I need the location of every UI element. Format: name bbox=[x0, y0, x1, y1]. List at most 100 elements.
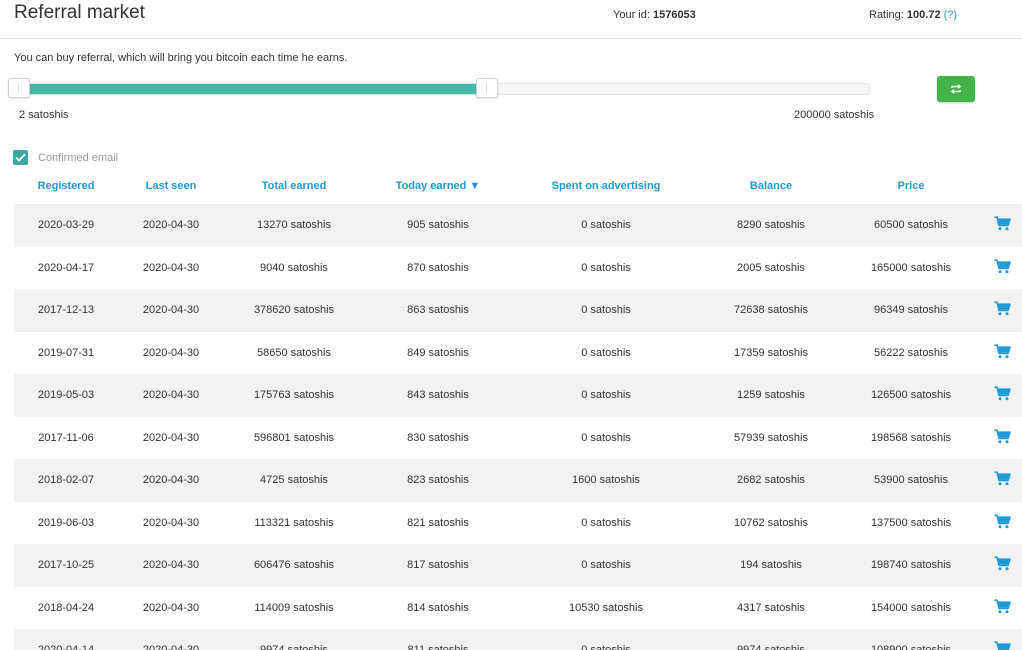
cell-registered: 2019-05-03 bbox=[37, 389, 95, 401]
cell-last-seen: 2020-04-30 bbox=[142, 346, 200, 359]
refresh-button[interactable] bbox=[937, 76, 975, 102]
cell-today-earned: 870 satoshis bbox=[407, 261, 469, 274]
cell-spent-on-advertising: 0 satoshis bbox=[581, 516, 631, 529]
cell-today-earned: 863 satoshis bbox=[407, 304, 469, 316]
user-id-value: 1576053 bbox=[652, 9, 696, 21]
cell-price: 60500 satoshis bbox=[874, 219, 948, 231]
table-row: 2019-07-31 2020-04-30 58650 satoshis 849 sa… bbox=[14, 332, 1022, 375]
shopping-cart-icon[interactable] bbox=[994, 258, 1011, 274]
cell-balance: 8290 satoshis bbox=[737, 219, 805, 231]
table-row: 2020-04-14 2020-04-30 9974 satoshis 811 sat… bbox=[14, 629, 1022, 650]
column-header-price[interactable]: Price bbox=[898, 180, 925, 192]
cell-registered: 2020-04-14 bbox=[37, 644, 95, 650]
shopping-cart-icon[interactable] bbox=[994, 598, 1011, 614]
cell-price: 198740 satoshis bbox=[870, 559, 952, 571]
shopping-cart-icon[interactable] bbox=[994, 386, 1011, 401]
slider-min-label: 2 satoshis bbox=[19, 109, 69, 121]
cell-spent-on-advertising: 0 satoshis bbox=[581, 644, 631, 650]
table-row: 2017-12-13 2020-04-30 378620 satoshis 863 s… bbox=[14, 289, 1022, 332]
column-header-total-earned[interactable]: Total earned bbox=[262, 180, 327, 192]
cell-today-earned: 817 satoshis bbox=[407, 559, 469, 571]
shopping-cart-icon[interactable] bbox=[994, 301, 1011, 316]
cell-today-earned: 843 satoshis bbox=[407, 389, 469, 401]
cell-price: 96349 satoshis bbox=[874, 304, 948, 316]
table-row: 2019-05-03 2020-04-30 175763 satoshis 843 s… bbox=[14, 374, 1022, 417]
refresh-icon bbox=[950, 84, 962, 94]
cell-balance: 1259 satoshis bbox=[737, 389, 805, 401]
slider-max-handle[interactable] bbox=[475, 78, 498, 98]
cell-spent-on-advertising: 0 satoshis bbox=[581, 304, 631, 316]
table-row: 2019-06-03 2020-04-30 113321 satoshis 821 s… bbox=[14, 502, 1022, 545]
shopping-cart-icon[interactable] bbox=[994, 428, 1011, 444]
table-header: Registered Last seen Total earned Today … bbox=[14, 176, 1022, 196]
cell-total-earned: 58650 satoshis bbox=[257, 346, 331, 359]
cell-spent-on-advertising: 0 satoshis bbox=[581, 261, 631, 274]
cell-balance: 17359 satoshis bbox=[734, 346, 808, 359]
cell-total-earned: 606476 satoshis bbox=[253, 559, 335, 571]
cell-today-earned: 821 satoshis bbox=[407, 516, 469, 529]
column-header-last-seen[interactable]: Last seen bbox=[146, 180, 197, 192]
confirmed-email-filter[interactable]: Confirmed email bbox=[13, 150, 118, 165]
referral-market-page: Referral market Your id: 1576053 Rating:… bbox=[0, 0, 1022, 650]
cell-last-seen: 2020-04-30 bbox=[142, 644, 200, 650]
cell-last-seen: 2020-04-30 bbox=[142, 474, 200, 486]
cell-total-earned: 175763 satoshis bbox=[253, 389, 335, 401]
cell-balance: 10762 satoshis bbox=[734, 516, 808, 529]
table-row: 2017-11-06 2020-04-30 596801 satoshis 830 s… bbox=[14, 417, 1022, 460]
shopping-cart-icon[interactable] bbox=[994, 641, 1011, 650]
cell-spent-on-advertising: 0 satoshis bbox=[581, 346, 631, 359]
cell-balance: 4317 satoshis bbox=[737, 601, 805, 614]
cell-last-seen: 2020-04-30 bbox=[142, 601, 200, 614]
referral-table-body: 2020-03-29 2020-04-30 13270 satoshis 905 sa… bbox=[14, 204, 1022, 650]
cell-balance: 194 satoshis bbox=[740, 559, 802, 571]
shopping-cart-icon[interactable] bbox=[994, 343, 1011, 359]
cell-total-earned: 113321 satoshis bbox=[254, 516, 334, 529]
cell-price: 53900 satoshis bbox=[874, 474, 948, 486]
column-header-registered[interactable]: Registered bbox=[38, 180, 95, 192]
price-range-slider[interactable] bbox=[14, 83, 870, 95]
cell-balance: 2005 satoshis bbox=[737, 261, 805, 274]
cell-registered: 2019-06-03 bbox=[37, 516, 95, 529]
cell-last-seen: 2020-04-30 bbox=[142, 559, 200, 571]
cell-registered: 2017-10-25 bbox=[37, 559, 95, 571]
cell-price: 126500 satoshis bbox=[870, 389, 952, 401]
table-row: 2018-04-24 2020-04-30 114009 satoshis 814 s… bbox=[14, 587, 1022, 630]
cell-total-earned: 596801 satoshis bbox=[253, 431, 335, 444]
cell-total-earned: 13270 satoshis bbox=[257, 219, 331, 231]
confirmed-email-checkbox[interactable] bbox=[13, 150, 28, 165]
cell-balance: 9974 satoshis bbox=[737, 644, 805, 650]
column-header-today-earned[interactable]: Today earned ▼ bbox=[396, 180, 481, 192]
table-row: 2017-10-25 2020-04-30 606476 satoshis 817 s… bbox=[14, 544, 1022, 587]
cell-total-earned: 9974 satoshis bbox=[260, 644, 328, 650]
slider-min-handle[interactable] bbox=[8, 78, 30, 98]
cell-last-seen: 2020-04-30 bbox=[142, 304, 200, 316]
cell-price: 165000 satoshis bbox=[870, 261, 952, 274]
rating-value: 100.72 bbox=[906, 9, 941, 21]
cell-today-earned: 905 satoshis bbox=[407, 219, 469, 231]
shopping-cart-icon[interactable] bbox=[994, 216, 1011, 231]
slider-range-fill bbox=[15, 84, 488, 94]
cell-spent-on-advertising: 0 satoshis bbox=[581, 431, 631, 444]
checkmark-icon bbox=[15, 153, 26, 162]
cell-registered: 2018-02-07 bbox=[37, 474, 95, 486]
table-row: 2018-02-07 2020-04-30 4725 satoshis 823 sat… bbox=[14, 459, 1022, 502]
rating-help-link[interactable]: (?) bbox=[944, 9, 957, 21]
cell-today-earned: 814 satoshis bbox=[407, 601, 469, 614]
shopping-cart-icon[interactable] bbox=[994, 513, 1011, 529]
cell-balance: 2682 satoshis bbox=[737, 474, 805, 486]
cell-spent-on-advertising: 0 satoshis bbox=[581, 219, 631, 231]
header-bar: Referral market Your id: 1576053 Rating:… bbox=[0, 0, 1022, 39]
column-header-balance[interactable]: Balance bbox=[750, 180, 792, 192]
table-row: 2020-04-17 2020-04-30 9040 satoshis 870 sat… bbox=[14, 247, 1022, 290]
shopping-cart-icon[interactable] bbox=[994, 471, 1011, 486]
cell-total-earned: 9040 satoshis bbox=[260, 261, 328, 274]
cell-registered: 2018-04-24 bbox=[37, 601, 95, 614]
cell-registered: 2020-04-17 bbox=[37, 261, 95, 274]
cell-last-seen: 2020-04-30 bbox=[142, 431, 200, 444]
column-header-spent-on-advertising[interactable]: Spent on advertising bbox=[552, 180, 661, 192]
shopping-cart-icon[interactable] bbox=[994, 556, 1011, 571]
cell-last-seen: 2020-04-30 bbox=[142, 261, 200, 274]
cell-total-earned: 378620 satoshis bbox=[253, 304, 335, 316]
cell-today-earned: 811 satoshis bbox=[407, 644, 469, 650]
cell-balance: 57939 satoshis bbox=[734, 431, 808, 444]
